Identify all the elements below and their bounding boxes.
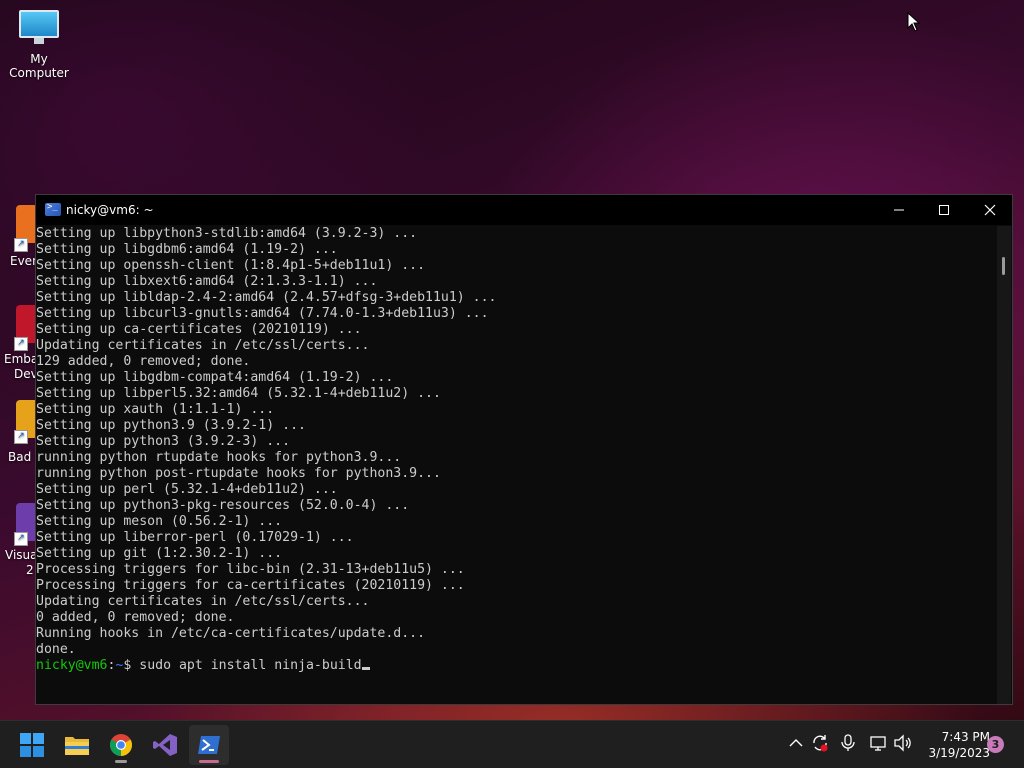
desktop-icon-my-computer[interactable]: My Computer bbox=[0, 10, 78, 80]
terminal-output[interactable]: Setting up libpython3-stdlib:amd64 (3.9.… bbox=[36, 226, 998, 704]
notification-badge[interactable]: 3 bbox=[987, 736, 1004, 753]
terminal-output-line: Setting up libxext6:amd64 (2:1.3.3-1.1) … bbox=[36, 274, 378, 289]
terminal-output-line: Processing triggers for ca-certificates … bbox=[36, 578, 465, 593]
prompt-user-host: nicky@vm6 bbox=[36, 658, 108, 673]
desktop-icon-evernote[interactable]: ↗ Even bbox=[0, 205, 36, 270]
terminal-output-line: Setting up liberror-perl (0.17029-1) ... bbox=[36, 530, 354, 545]
terminal-output-line: Setting up libcurl3-gnutls:amd64 (7.74.0… bbox=[36, 306, 489, 321]
terminal-output-line: running python post-rtupdate hooks for p… bbox=[36, 466, 441, 481]
taskbar-visual-studio[interactable] bbox=[145, 725, 185, 765]
terminal-output-line: running python rtupdate hooks for python… bbox=[36, 450, 402, 465]
computer-icon bbox=[19, 10, 59, 44]
taskbar: 7:43 PM 3/19/2023 3 bbox=[0, 720, 1024, 768]
sync-status-button[interactable] bbox=[810, 733, 830, 753]
terminal-output-line: Setting up libperl5.32:amd64 (5.32.1-4+d… bbox=[36, 386, 441, 401]
terminal-output-line: 129 added, 0 removed; done. bbox=[36, 354, 251, 369]
terminal-output-line: Setting up xauth (1:1.1-1) ... bbox=[36, 402, 275, 417]
system-clock[interactable]: 7:43 PM 3/19/2023 bbox=[918, 729, 990, 761]
chevron-up-icon bbox=[789, 739, 803, 747]
powershell-icon bbox=[198, 736, 220, 754]
running-indicator bbox=[199, 760, 219, 763]
chrome-icon bbox=[110, 734, 132, 756]
microphone-button[interactable] bbox=[838, 733, 858, 753]
maximize-icon bbox=[939, 205, 949, 215]
running-indicator bbox=[115, 760, 127, 763]
desktop-icon-embarcadero[interactable]: ↗ Emba Dev bbox=[0, 305, 36, 383]
desktop-icon-label: Visual bbox=[5, 548, 36, 562]
desktop-icon-label: Dev bbox=[14, 367, 36, 381]
shortcut-arrow-icon: ↗ bbox=[14, 337, 28, 351]
terminal-output-line: Setting up perl (5.32.1-4+deb11u2) ... bbox=[36, 482, 338, 497]
clock-date: 3/19/2023 bbox=[928, 746, 990, 760]
desktop-icon-label: Even bbox=[10, 254, 36, 268]
terminal-output-line: 0 added, 0 removed; done. bbox=[36, 610, 235, 625]
terminal-output-line: Setting up python3 (3.9.2-3) ... bbox=[36, 434, 291, 449]
terminal-output-line: Updating certificates in /etc/ssl/certs.… bbox=[36, 338, 370, 353]
microphone-icon bbox=[841, 734, 855, 751]
terminal-output-line: Setting up libgdbm6:amd64 (1.19-2) ... bbox=[36, 242, 338, 257]
start-button[interactable] bbox=[12, 725, 52, 765]
terminal-output-line: Setting up python3-pkg-resources (52.0.0… bbox=[36, 498, 410, 513]
maximize-button[interactable] bbox=[921, 195, 967, 225]
sync-icon bbox=[813, 735, 828, 752]
desktop-icon-bad-piggies[interactable]: ↗ Bad F bbox=[0, 400, 36, 466]
minimize-button[interactable] bbox=[876, 195, 922, 225]
terminal-app-icon bbox=[45, 202, 61, 216]
network-icon bbox=[870, 736, 886, 751]
mouse-pointer-icon bbox=[907, 12, 921, 32]
shortcut-arrow-icon: ↗ bbox=[14, 238, 28, 252]
terminal-output-line: Setting up libpython3-stdlib:amd64 (3.9.… bbox=[36, 226, 418, 241]
terminal-output-line: Setting up ca-certificates (20210119) ..… bbox=[36, 322, 362, 337]
command-input[interactable]: sudo apt install ninja-build bbox=[139, 658, 361, 673]
terminal-window[interactable]: nicky@vm6: ~ Setting up libpython3-stdli… bbox=[35, 194, 1013, 705]
prompt-symbol: $ bbox=[123, 658, 140, 673]
terminal-output-line: Setting up libldap-2.4-2:amd64 (2.4.57+d… bbox=[36, 290, 497, 305]
command-prompt-line[interactable]: nicky@vm6:~$ sudo apt install ninja-buil… bbox=[36, 658, 998, 674]
terminal-output-line: Setting up meson (0.56.2-1) ... bbox=[36, 514, 283, 529]
scrollbar-thumb[interactable] bbox=[1002, 257, 1005, 275]
desktop-icon-label: 2 bbox=[26, 563, 34, 577]
text-cursor bbox=[361, 667, 370, 670]
terminal-output-line: Setting up libgdbm-compat4:amd64 (1.19-2… bbox=[36, 370, 394, 385]
terminal-output-line: Setting up git (1:2.30.2-1) ... bbox=[36, 546, 283, 561]
speaker-icon bbox=[894, 734, 911, 752]
shortcut-arrow-icon: ↗ bbox=[14, 430, 28, 444]
clock-time: 7:43 PM bbox=[941, 730, 990, 744]
close-icon bbox=[984, 204, 996, 216]
close-button[interactable] bbox=[967, 195, 1013, 225]
terminal-output-line: Processing triggers for libc-bin (2.31-1… bbox=[36, 562, 465, 577]
folder-icon bbox=[65, 737, 89, 755]
taskbar-chrome[interactable] bbox=[101, 725, 141, 765]
vertical-scrollbar[interactable] bbox=[997, 226, 1011, 704]
terminal-output-line: Running hooks in /etc/ca-certificates/up… bbox=[36, 626, 426, 641]
desktop-icon-label: Bad F bbox=[8, 450, 36, 464]
terminal-output-line: Setting up python3.9 (3.9.2-1) ... bbox=[36, 418, 306, 433]
volume-button[interactable] bbox=[893, 733, 913, 753]
desktop-icon-visual-studio[interactable]: ↗ Visual 2 bbox=[0, 503, 36, 579]
taskbar-terminal[interactable] bbox=[189, 725, 229, 765]
network-button[interactable] bbox=[869, 733, 889, 753]
windows-logo-icon bbox=[20, 733, 44, 757]
terminal-output-line: done. bbox=[36, 642, 76, 657]
terminal-output-line: Setting up openssh-client (1:8.4p1-5+deb… bbox=[36, 258, 426, 273]
show-hidden-icons-button[interactable] bbox=[786, 733, 806, 753]
visual-studio-icon bbox=[153, 734, 177, 756]
shortcut-arrow-icon: ↗ bbox=[14, 532, 28, 546]
desktop-icon-label: Emba bbox=[4, 352, 36, 366]
minimize-icon bbox=[894, 209, 904, 211]
window-title: nicky@vm6: ~ bbox=[66, 203, 154, 217]
title-bar[interactable]: nicky@vm6: ~ bbox=[36, 195, 1012, 225]
taskbar-file-explorer[interactable] bbox=[57, 725, 97, 765]
terminal-output-line: Updating certificates in /etc/ssl/certs.… bbox=[36, 594, 370, 609]
desktop-icon-label: My Computer bbox=[9, 52, 69, 80]
